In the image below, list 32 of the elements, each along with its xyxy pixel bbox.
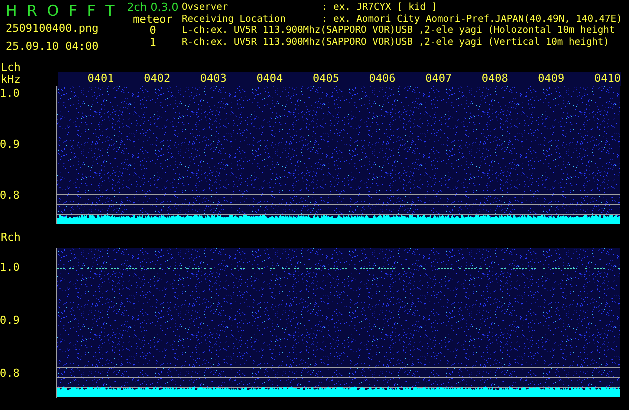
meteor-count: 1 bbox=[150, 36, 156, 48]
version-label: 2ch 0.3.0 bbox=[127, 2, 179, 14]
time-label: 0401 bbox=[86, 72, 114, 86]
time-label: 0410 bbox=[593, 72, 621, 86]
time-label: 0405 bbox=[312, 72, 340, 86]
date-time: 25.09.10 04:00 bbox=[6, 40, 100, 53]
meteor-label: meteor bbox=[133, 14, 173, 25]
time-label: 0406 bbox=[368, 72, 396, 86]
frequency-label: 0.8 bbox=[0, 367, 20, 381]
frequency-label: 0.8 bbox=[0, 189, 20, 203]
channel-info: R-ch:ex. UV5R 113.900Mhz(SAPPORO VOR)USB ,2-ele yagi (Vertical 10m height) bbox=[182, 36, 610, 48]
info-label: Ovserver bbox=[182, 2, 230, 14]
info-value: : ex. JR7CYX [ kid ] bbox=[322, 2, 438, 14]
meteor-count: 0 bbox=[150, 25, 156, 36]
file-name: 2509100400.png bbox=[6, 22, 100, 35]
channel-label: Lch bbox=[1, 62, 22, 74]
unit-label: kHz bbox=[1, 74, 22, 86]
frequency-label: 0.9 bbox=[0, 314, 20, 328]
frequency-label: 0.9 bbox=[0, 138, 20, 152]
time-label: 0408 bbox=[480, 72, 508, 86]
time-label: 0404 bbox=[256, 72, 284, 86]
app-title: H R O F F T bbox=[6, 2, 116, 20]
time-label: 0402 bbox=[143, 72, 171, 86]
frequency-label: 1.0 bbox=[0, 261, 20, 275]
channel-info: L-ch:ex. UV5R 113.900Mhz(SAPPORO VOR)USB ,2-ele yagi (Holozontal 10m height bbox=[182, 25, 616, 36]
time-label: 0409 bbox=[537, 72, 565, 86]
time-label: 0403 bbox=[199, 72, 227, 86]
time-label: 0407 bbox=[424, 72, 452, 86]
channel-label: Rch bbox=[1, 232, 22, 244]
frequency-label: 1.0 bbox=[0, 87, 20, 101]
info-label: Receiving Location bbox=[182, 14, 287, 25]
info-value: : ex. Aomori City Aomori-Pref.JAPAN(40.49N, 140.47E) bbox=[322, 14, 622, 25]
